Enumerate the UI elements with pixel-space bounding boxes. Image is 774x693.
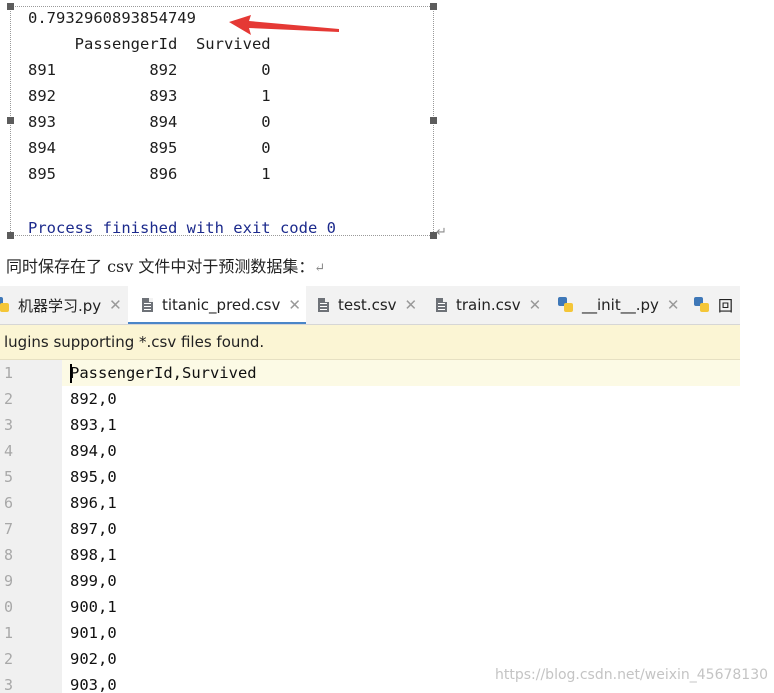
- process-finished-message: Process finished with exit code 0: [28, 219, 336, 237]
- line-number: 4: [4, 442, 14, 460]
- line-number: 3: [4, 676, 14, 693]
- code-line[interactable]: 902,0: [70, 646, 117, 672]
- code-line[interactable]: 893,1: [70, 412, 117, 438]
- tab-titanic-pred[interactable]: titanic_pred.csv ✕: [128, 286, 306, 324]
- code-line[interactable]: 899,0: [70, 568, 117, 594]
- python-icon: [0, 297, 10, 313]
- plugin-suggestion-banner: lugins supporting *.csv files found.: [0, 325, 740, 360]
- close-icon[interactable]: ✕: [529, 296, 542, 314]
- tab-label: train.csv: [456, 296, 521, 314]
- code-line[interactable]: 898,1: [70, 542, 117, 568]
- red-arrow-annotation: [229, 15, 339, 35]
- text-file-icon: [318, 298, 329, 312]
- ide-editor-window: 机器学习.py ✕ titanic_pred.csv ✕ test.csv ✕ …: [0, 286, 774, 693]
- line-number: 2: [4, 390, 14, 408]
- tab-ml-script[interactable]: 机器学习.py ✕: [0, 286, 124, 324]
- tab-label: __init__.py: [582, 296, 659, 314]
- code-line[interactable]: 894,0: [70, 438, 117, 464]
- line-number: 1: [4, 364, 14, 382]
- resize-handle-bottom-left[interactable]: [7, 232, 14, 239]
- resize-handle-top-right[interactable]: [430, 3, 437, 10]
- dataframe-row: 895 896 1: [28, 165, 271, 183]
- resize-handle-top-left[interactable]: [7, 3, 14, 10]
- python-icon: [694, 297, 710, 313]
- code-line[interactable]: 903,0: [70, 672, 117, 693]
- text-caret: [70, 364, 72, 383]
- code-line[interactable]: 896,1: [70, 490, 117, 516]
- python-icon: [558, 297, 574, 313]
- code-line[interactable]: 895,0: [70, 464, 117, 490]
- code-line[interactable]: 897,0: [70, 516, 117, 542]
- editor-tab-bar: 机器学习.py ✕ titanic_pred.csv ✕ test.csv ✕ …: [0, 286, 740, 325]
- tab-test-csv[interactable]: test.csv ✕: [318, 286, 430, 324]
- dataframe-row: 891 892 0: [28, 61, 271, 79]
- arrow-head: [229, 15, 339, 35]
- tab-truncated[interactable]: 回: [694, 286, 740, 324]
- line-number: 0: [4, 598, 14, 616]
- line-number: 3: [4, 416, 14, 434]
- dataframe-row: 894 895 0: [28, 139, 271, 157]
- line-number: 8: [4, 546, 14, 564]
- watermark-text: https://blog.csdn.net/weixin_45678130: [495, 667, 769, 683]
- caption-label: 同时保存在了 csv 文件中对于预测数据集：: [6, 257, 315, 276]
- tab-label: test.csv: [338, 296, 397, 314]
- dataframe-row: 892 893 1: [28, 87, 271, 105]
- text-file-icon: [436, 298, 447, 312]
- tab-init-py[interactable]: __init__.py ✕: [558, 286, 684, 324]
- dataframe-header: PassengerId Survived: [28, 35, 271, 53]
- code-editor[interactable]: 1 2 3 4 5 6 7 8 9 0 1 2 3 PassengerId,Su…: [0, 360, 740, 693]
- code-line[interactable]: 892,0: [70, 386, 117, 412]
- close-icon[interactable]: ✕: [405, 296, 418, 314]
- paragraph-mark-icon: ↵: [314, 261, 326, 276]
- tab-label: titanic_pred.csv: [162, 296, 281, 314]
- tab-label: 回: [718, 296, 734, 315]
- dataframe-row: 893 894 0: [28, 113, 271, 131]
- line-number: 6: [4, 494, 14, 512]
- caption-text: 同时保存在了 csv 文件中对于预测数据集：↵: [6, 253, 325, 277]
- code-line[interactable]: PassengerId,Survived: [70, 360, 257, 386]
- line-number: 2: [4, 650, 14, 668]
- line-number: 5: [4, 468, 14, 486]
- close-icon[interactable]: ✕: [288, 296, 301, 314]
- close-icon[interactable]: ✕: [109, 296, 122, 314]
- text-file-icon: [142, 298, 153, 312]
- code-line[interactable]: 900,1: [70, 594, 117, 620]
- line-number: 7: [4, 520, 14, 538]
- console-output-panel: 0.7932960893854749 PassengerId Survived …: [7, 3, 437, 239]
- accuracy-score: 0.7932960893854749: [28, 9, 196, 27]
- code-line[interactable]: 901,0: [70, 620, 117, 646]
- close-icon[interactable]: ✕: [667, 296, 680, 314]
- tab-label: 机器学习.py: [18, 296, 102, 315]
- line-number: 9: [4, 572, 14, 590]
- resize-handle-left-middle[interactable]: [7, 117, 14, 124]
- paragraph-mark-icon: ↵: [436, 225, 447, 240]
- resize-handle-right-middle[interactable]: [430, 117, 437, 124]
- tab-train-csv[interactable]: train.csv ✕: [436, 286, 552, 324]
- banner-text: lugins supporting *.csv files found.: [4, 333, 265, 351]
- line-number: 1: [4, 624, 14, 642]
